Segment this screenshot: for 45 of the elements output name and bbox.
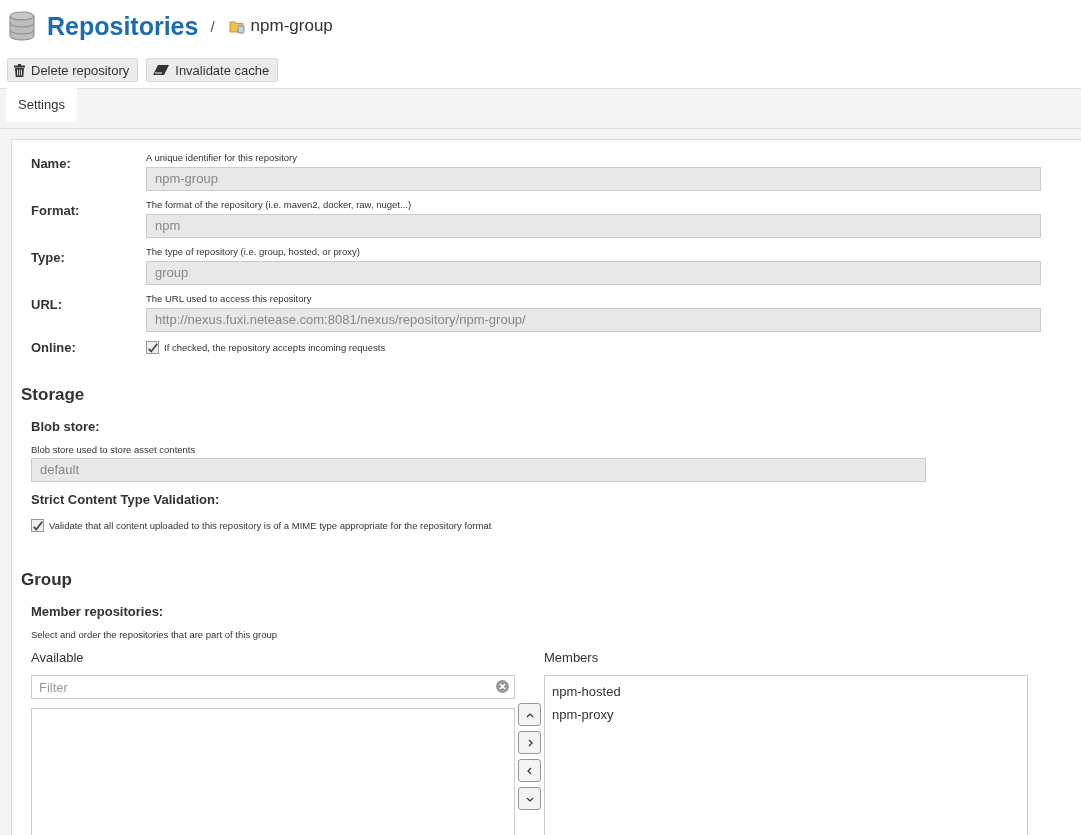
input-field[interactable]: npm-group (146, 167, 1041, 191)
invalidate-button[interactable]: Invalidate cache (146, 58, 279, 82)
breadcrumb-separator: / (210, 17, 215, 35)
move-down-button[interactable] (518, 787, 541, 810)
field-help: Blob store used to store asset contents (31, 444, 197, 455)
trash-icon (14, 63, 25, 77)
input-field[interactable]: npm (146, 214, 1041, 238)
move-up-button[interactable] (518, 703, 541, 726)
filter-field[interactable]: Filter (31, 675, 515, 699)
field-label: URL: (30, 297, 64, 314)
settings-tab[interactable]: Settings (6, 87, 77, 122)
checkbox[interactable] (31, 519, 44, 532)
move-right-button[interactable] (518, 731, 541, 754)
field-help: The type of repository (i.e. group, hosted, or proxy) (146, 246, 361, 257)
field-label: Online: (30, 340, 77, 355)
database-icon (9, 11, 35, 41)
field-help: A unique identifier for this repository (146, 152, 299, 163)
eraser-icon (153, 65, 170, 75)
section-heading: Group (21, 570, 73, 590)
checkbox[interactable] (146, 341, 159, 354)
section-heading: Storage (21, 385, 86, 405)
list-title: Members (544, 650, 600, 665)
clear-icon[interactable] (496, 680, 509, 693)
member-item[interactable]: npm-proxy (545, 703, 1027, 726)
folder-icon (228, 18, 245, 34)
field-help: Select and order the repositories that are part of this group (31, 629, 279, 640)
page-title[interactable]: Repositories (47, 11, 199, 41)
input-field[interactable]: group (146, 261, 1041, 285)
input-field[interactable]: default (31, 458, 926, 482)
breadcrumb-current: npm-group (250, 16, 333, 36)
field-label: Name: (30, 156, 72, 173)
move-left-button[interactable] (518, 759, 541, 782)
field-label: Member repositories: (31, 604, 165, 619)
delete-button[interactable]: Delete repository (7, 58, 139, 82)
input-field[interactable]: http://nexus.fuxi.netease.com:8081/nexus/repository/npm-group/ (146, 308, 1041, 332)
field-help: The format of the repository (i.e. maven2, docker, raw, nuget...) (146, 199, 413, 210)
field-help: The URL used to access this repository (146, 293, 313, 304)
field-label: Format: (30, 203, 81, 220)
field-label: Type: (30, 250, 66, 267)
member-item[interactable]: npm-hosted (545, 680, 1027, 703)
checkbox-label: Validate that all content uploaded to this repository is of a MIME type appropriate for the repository format (49, 520, 492, 531)
checkbox-label: If checked, the repository accepts incoming requests (164, 342, 386, 353)
field-label: Strict Content Type Validation: (31, 492, 221, 507)
list-title: Available (31, 650, 85, 665)
field-label: Blob store: (31, 419, 101, 434)
